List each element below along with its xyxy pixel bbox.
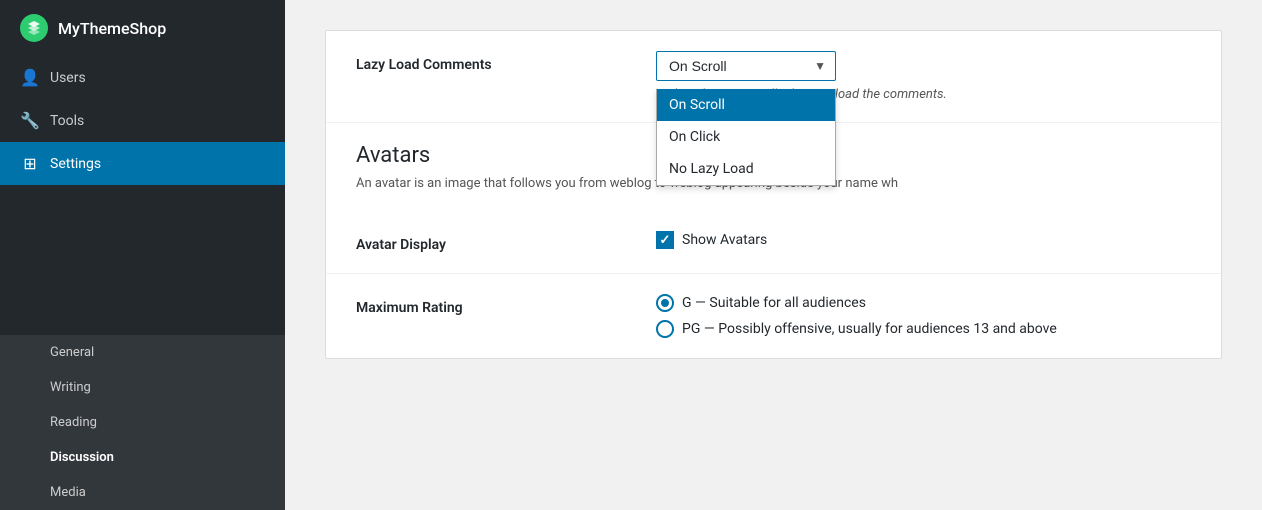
settings-icon: ⊞ bbox=[20, 154, 40, 173]
dropdown-option-on-click[interactable]: On Click bbox=[657, 121, 835, 153]
avatar-display-label: Avatar Display bbox=[356, 231, 656, 253]
rating-radio-group: G — Suitable for all audiences PG — Poss… bbox=[656, 294, 1191, 338]
submenu-item-media[interactable]: Media bbox=[0, 475, 285, 510]
tools-icon: 🔧 bbox=[20, 111, 40, 130]
submenu-discussion-label: Discussion bbox=[50, 450, 114, 465]
submenu-item-discussion[interactable]: Discussion bbox=[0, 440, 285, 475]
lazy-load-select-wrapper: On Scroll On Click No Lazy Load ▼ On Scr… bbox=[656, 51, 836, 81]
submenu-writing-label: Writing bbox=[50, 380, 91, 395]
submenu-media-label: Media bbox=[50, 485, 86, 500]
max-rating-label: Maximum Rating bbox=[356, 294, 656, 316]
users-icon: 👤 bbox=[20, 68, 40, 87]
rating-pg-radio[interactable] bbox=[656, 320, 674, 338]
rating-g-radio[interactable] bbox=[656, 294, 674, 312]
submenu-item-writing[interactable]: Writing bbox=[0, 370, 285, 405]
submenu-item-reading[interactable]: Reading bbox=[0, 405, 285, 440]
sidebar-menu: 👤 Users 🔧 Tools ⊞ Settings bbox=[0, 56, 285, 335]
sidebar-submenu: General Writing Reading Discussion Media bbox=[0, 335, 285, 510]
show-avatars-label: Show Avatars bbox=[682, 232, 767, 248]
sidebar-item-tools[interactable]: 🔧 Tools bbox=[0, 99, 285, 142]
sidebar-logo[interactable]: MyThemeShop bbox=[0, 0, 285, 56]
settings-section: Lazy Load Comments On Scroll On Click No… bbox=[325, 30, 1222, 359]
max-rating-row: Maximum Rating G — Suitable for all audi… bbox=[326, 274, 1221, 358]
sidebar-users-label: Users bbox=[50, 70, 86, 86]
show-avatars-checkbox-row: ✓ Show Avatars bbox=[656, 231, 1191, 249]
rating-pg-row: PG — Possibly offensive, usually for aud… bbox=[656, 320, 1191, 338]
main-content: Lazy Load Comments On Scroll On Click No… bbox=[285, 0, 1262, 510]
sidebar-tools-label: Tools bbox=[50, 113, 84, 129]
lazy-load-control: On Scroll On Click No Lazy Load ▼ On Scr… bbox=[656, 51, 1191, 102]
lazy-load-select[interactable]: On Scroll On Click No Lazy Load bbox=[656, 51, 836, 81]
rating-pg-label: PG — Possibly offensive, usually for aud… bbox=[682, 321, 1057, 337]
settings-arrow-icon bbox=[257, 156, 265, 172]
lazy-load-label: Lazy Load Comments bbox=[356, 51, 656, 73]
sidebar-item-settings[interactable]: ⊞ Settings bbox=[0, 142, 285, 185]
checkmark-icon: ✓ bbox=[660, 234, 671, 247]
lazy-load-row: Lazy Load Comments On Scroll On Click No… bbox=[326, 31, 1221, 123]
mythemeshop-logo-icon bbox=[20, 14, 48, 42]
lazy-load-dropdown: On Scroll On Click No Lazy Load bbox=[656, 89, 836, 186]
dropdown-option-on-scroll[interactable]: On Scroll bbox=[657, 89, 835, 121]
submenu-reading-label: Reading bbox=[50, 415, 97, 430]
rating-g-label: G — Suitable for all audiences bbox=[682, 295, 866, 311]
show-avatars-checkbox[interactable]: ✓ bbox=[656, 231, 674, 249]
submenu-item-general[interactable]: General bbox=[0, 335, 285, 370]
sidebar-settings-label: Settings bbox=[50, 156, 101, 172]
max-rating-control: G — Suitable for all audiences PG — Poss… bbox=[656, 294, 1191, 338]
sidebar: MyThemeShop 👤 Users 🔧 Tools ⊞ Settings G… bbox=[0, 0, 285, 510]
avatar-display-row: Avatar Display ✓ Show Avatars bbox=[326, 211, 1221, 274]
rating-g-row: G — Suitable for all audiences bbox=[656, 294, 1191, 312]
avatar-display-control: ✓ Show Avatars bbox=[656, 231, 1191, 249]
sidebar-item-users[interactable]: 👤 Users bbox=[0, 56, 285, 99]
sidebar-logo-text: MyThemeShop bbox=[58, 19, 166, 38]
submenu-general-label: General bbox=[50, 345, 94, 360]
dropdown-option-no-lazy[interactable]: No Lazy Load bbox=[657, 153, 835, 185]
